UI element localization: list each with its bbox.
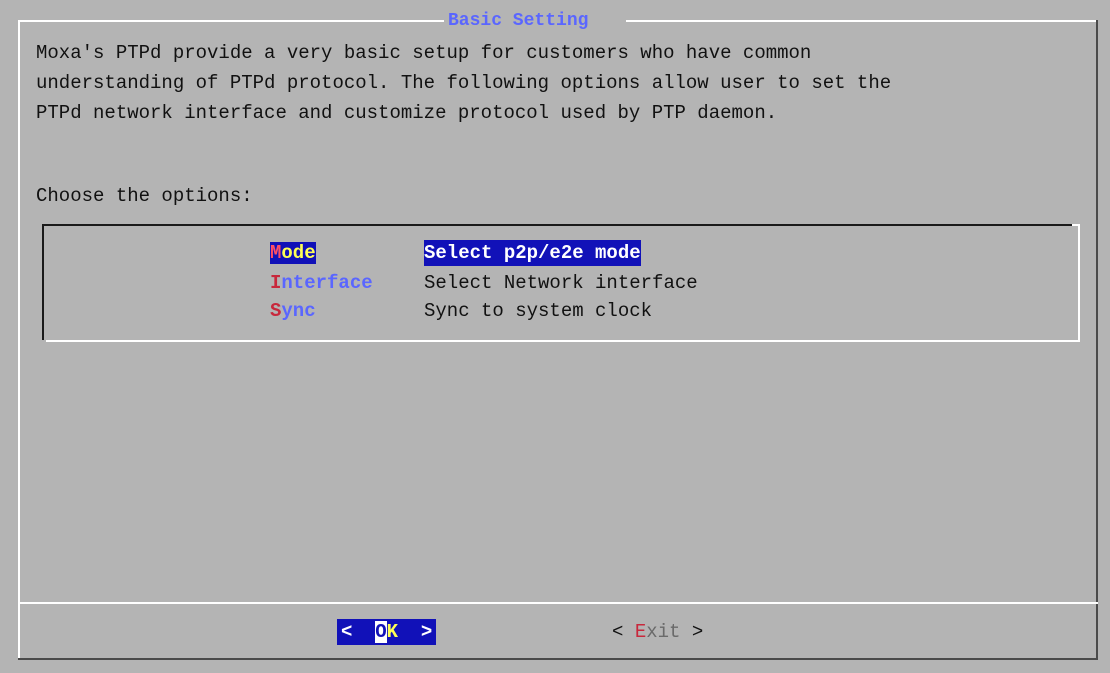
menu-item-interface-tag-rest: nterface [281, 272, 373, 294]
menu-item-sync-description: Sync to system clock [424, 300, 653, 322]
menu-item-mode-tag: Mode [270, 242, 316, 264]
dialog-frame-bottom [18, 658, 1098, 660]
options-prompt: Choose the options: [36, 185, 253, 207]
button-separator [18, 602, 1098, 604]
menu-frame-left [42, 224, 44, 340]
menu-item-mode[interactable]: Mode Select p2p/e2e mode [270, 240, 641, 266]
dialog-frame-top-left [18, 20, 446, 22]
ok-button-right-bracket: > [420, 621, 433, 643]
menu-item-interface-hotkey: I [270, 272, 282, 294]
menu-item-mode-hotkey: M [270, 242, 282, 264]
exit-button-left-bracket: < [612, 621, 624, 643]
dialog-frame-left [18, 20, 20, 660]
exit-button-hotkey: E [634, 621, 647, 643]
menu-frame-bottom [46, 340, 1080, 342]
menu-frame-top [42, 224, 1072, 226]
dialog-description: Moxa's PTPd provide a very basic setup f… [36, 42, 892, 124]
dialog-frame-top-right [626, 20, 1098, 22]
menu-item-mode-description: Select p2p/e2e mode [424, 240, 641, 266]
exit-button-label-rest: xit [646, 621, 681, 643]
menu-item-sync-tag-rest: ync [281, 300, 316, 322]
menu-item-sync-hotkey: S [270, 300, 282, 322]
menu-item-interface-description: Select Network interface [424, 272, 698, 294]
menu-item-sync[interactable]: Sync Sync to system clock [270, 298, 652, 324]
ok-button-label-rest: K [386, 621, 399, 643]
dialog-frame-right [1096, 20, 1098, 660]
menu-item-interface-tag: Interface [270, 272, 373, 294]
ok-button[interactable]: < OK > [337, 619, 437, 645]
basic-setting-dialog: Basic Setting Moxa's PTPd provide a very… [0, 0, 1110, 673]
menu-item-sync-tag: Sync [270, 300, 316, 322]
ok-button-hotkey: O [375, 621, 387, 643]
exit-button-right-bracket: > [691, 621, 704, 643]
dialog-title: Basic Setting [444, 10, 593, 32]
ok-button-left-bracket: < [341, 621, 353, 643]
menu-item-mode-tag-rest: ode [281, 242, 316, 264]
menu-item-interface[interactable]: Interface Select Network interface [270, 270, 698, 296]
menu-frame-right [1078, 224, 1080, 342]
exit-button[interactable]: < Exit > [612, 619, 703, 645]
